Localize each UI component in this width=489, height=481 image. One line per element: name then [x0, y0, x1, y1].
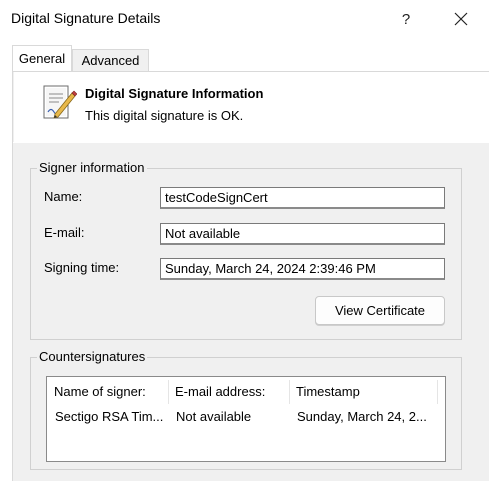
email-field[interactable] [160, 223, 445, 245]
tab-advanced[interactable]: Advanced [72, 49, 149, 71]
name-label: Name: [44, 189, 83, 204]
list-header: Name of signer: E-mail address: Timestam… [47, 377, 445, 405]
signer-group-label: Signer information [37, 160, 147, 175]
column-header-email[interactable]: E-mail address: [168, 377, 289, 405]
table-row[interactable]: Sectigo RSA Tim... Not available Sunday,… [47, 407, 445, 429]
countersignatures-list[interactable]: Name of signer: E-mail address: Timestam… [46, 376, 446, 462]
countersignatures-group-label: Countersignatures [37, 349, 148, 364]
cell-email: Not available [176, 409, 252, 424]
title-bar: Digital Signature Details ? [0, 0, 489, 38]
tab-general[interactable]: General [12, 45, 72, 71]
info-header [14, 72, 489, 142]
cell-signer-name: Sectigo RSA Tim... [55, 409, 164, 424]
signed-document-icon [43, 85, 77, 119]
column-header-name[interactable]: Name of signer: [47, 377, 168, 405]
window-title: Digital Signature Details [11, 10, 161, 26]
info-status: This digital signature is OK. [85, 108, 244, 123]
signing-time-label: Signing time: [44, 260, 120, 275]
name-field[interactable] [160, 187, 445, 209]
view-certificate-button[interactable]: View Certificate [315, 296, 445, 325]
cell-timestamp: Sunday, March 24, 2... [297, 409, 427, 424]
signing-time-field[interactable] [160, 258, 445, 280]
email-label: E-mail: [44, 225, 85, 240]
close-icon [454, 12, 468, 26]
info-title: Digital Signature Information [85, 86, 264, 101]
help-button[interactable]: ? [386, 4, 426, 34]
column-divider[interactable] [437, 380, 438, 404]
divider [13, 142, 489, 143]
close-button[interactable] [441, 4, 481, 34]
column-header-timestamp[interactable]: Timestamp [289, 377, 437, 405]
tab-strip: General Advanced [12, 45, 482, 71]
